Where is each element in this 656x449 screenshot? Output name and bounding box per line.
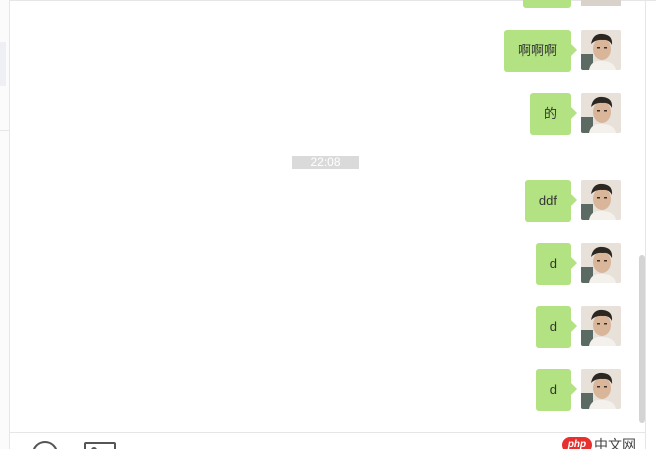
message-bubble[interactable]: ddf [524, 180, 578, 222]
avatar[interactable] [581, 93, 621, 133]
person-photo-icon [581, 93, 621, 133]
avatar[interactable] [581, 30, 621, 70]
time-divider: 22:08 [292, 156, 359, 169]
avatar [581, 0, 621, 6]
message-row: d [535, 306, 621, 348]
divider [0, 130, 10, 131]
smiley-icon[interactable] [32, 441, 58, 449]
message-row: 的 [529, 93, 621, 135]
message-bubble [523, 0, 571, 8]
message-row: d [535, 369, 621, 411]
person-photo-icon [581, 369, 621, 409]
message-bubble[interactable]: 啊啊啊 [503, 30, 578, 72]
person-photo-icon [581, 306, 621, 346]
left-panel-edge [0, 0, 10, 449]
selected-conversation-indicator [0, 42, 6, 86]
message-row: 啊啊啊 [503, 30, 621, 72]
message-row: ddf [524, 180, 621, 222]
avatar[interactable] [581, 180, 621, 220]
person-photo-icon [581, 30, 621, 70]
message-bubble[interactable]: 的 [529, 93, 578, 135]
message-row: d [535, 243, 621, 285]
image-icon[interactable] [84, 442, 116, 449]
chat-message-area[interactable]: 啊啊啊 的 22:08 ddf d d d [11, 0, 645, 432]
watermark-logo: php [562, 437, 592, 449]
person-photo-icon [581, 243, 621, 283]
right-divider [645, 0, 646, 449]
input-toolbar [10, 432, 645, 449]
scrollbar-thumb[interactable] [639, 255, 645, 423]
person-photo-icon [581, 180, 621, 220]
watermark-text: 中文网 [594, 437, 636, 449]
avatar[interactable] [581, 306, 621, 346]
avatar[interactable] [581, 369, 621, 409]
message-bubble[interactable]: d [535, 306, 578, 348]
message-bubble[interactable]: d [535, 369, 578, 411]
message-bubble[interactable]: d [535, 243, 578, 285]
avatar[interactable] [581, 243, 621, 283]
partial-previous-message [523, 0, 621, 8]
site-watermark: php 中文网 [562, 437, 636, 449]
